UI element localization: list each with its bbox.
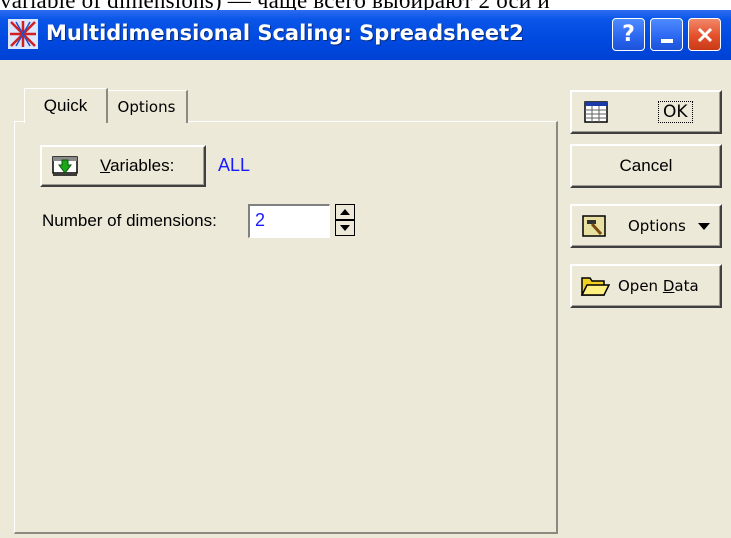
cancel-label: Cancel xyxy=(619,156,673,175)
ok-button[interactable]: OK xyxy=(570,90,722,134)
chevron-down-icon xyxy=(697,222,710,230)
tab-quick[interactable]: Quick xyxy=(24,88,108,123)
help-label: ? xyxy=(622,22,635,47)
close-icon xyxy=(697,27,712,42)
dimensions-label: Number of dimensions: xyxy=(42,211,217,230)
variables-button-label: Variables: xyxy=(100,156,175,175)
spin-down-button[interactable] xyxy=(335,220,355,236)
variables-icon xyxy=(52,156,78,176)
ok-label: OK xyxy=(658,101,693,123)
folder-open-icon xyxy=(580,277,610,296)
spin-up-button[interactable] xyxy=(335,204,355,220)
mds-dialog: Multidimensional Scaling: Spreadsheet2 ?… xyxy=(0,10,731,538)
window-title: Multidimensional Scaling: Spreadsheet2 xyxy=(46,21,524,45)
hammer-icon xyxy=(582,215,606,237)
dimensions-input[interactable]: 2 xyxy=(248,204,330,238)
triangle-up-icon xyxy=(340,209,350,215)
tab-options[interactable]: Options xyxy=(106,90,188,123)
minimize-icon xyxy=(660,38,673,43)
help-button[interactable]: ? xyxy=(612,18,645,51)
options-dropdown-button[interactable]: Options xyxy=(570,204,722,248)
triangle-down-icon xyxy=(340,225,350,231)
variables-value: ALL xyxy=(218,155,251,175)
cancel-button[interactable]: Cancel xyxy=(570,144,722,188)
open-data-label: Open Data xyxy=(618,277,699,295)
minimize-button[interactable] xyxy=(650,18,683,51)
variables-button[interactable]: Variables: xyxy=(40,145,206,187)
mds-app-icon xyxy=(8,19,38,49)
dimensions-spinner xyxy=(335,204,355,236)
close-button[interactable] xyxy=(688,18,721,51)
spreadsheet-icon xyxy=(584,101,608,123)
title-bar[interactable]: Multidimensional Scaling: Spreadsheet2 ? xyxy=(0,10,731,60)
open-data-button[interactable]: Open Data xyxy=(570,264,722,308)
options-label: Options xyxy=(628,217,686,235)
